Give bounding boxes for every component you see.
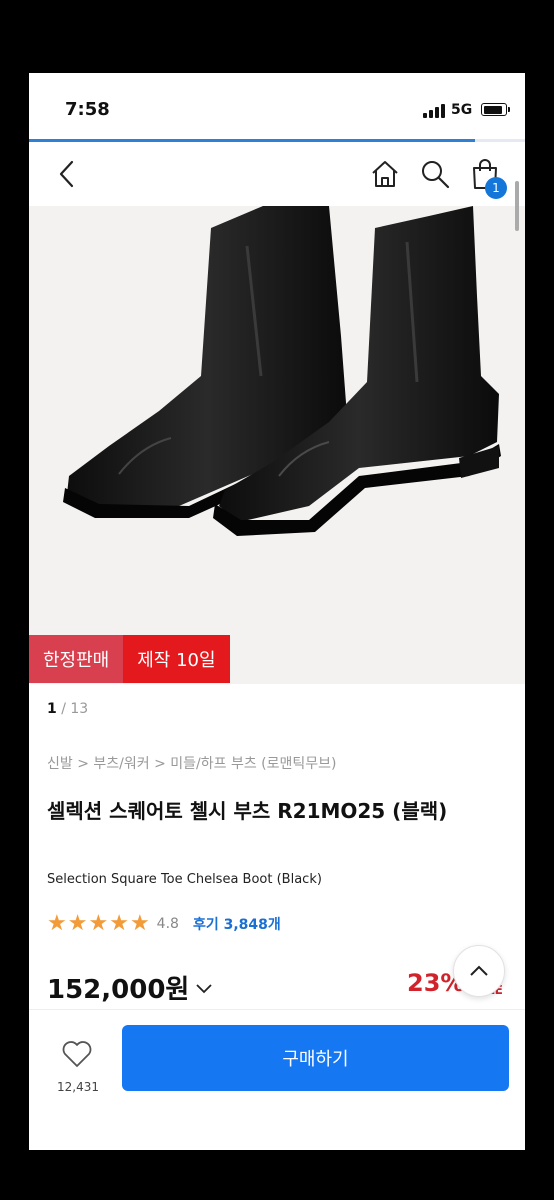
- star-icon: ★: [129, 911, 150, 936]
- image-counter: 1 / 13: [47, 701, 88, 717]
- star-icon: ★: [47, 911, 67, 936]
- battery-icon: [481, 103, 510, 116]
- product-title: 셀렉션 스퀘어토 첼시 부츠 R21MO25 (블랙): [47, 799, 448, 823]
- breadcrumb[interactable]: 신발 > 부츠/워커 > 미들/하프 부츠 (로맨틱무브): [47, 753, 336, 773]
- star-icon: ★: [67, 911, 88, 936]
- back-arrow-icon: [59, 160, 74, 188]
- home-icon: [372, 161, 398, 187]
- phone-screen: 7:58 5G 1 한정판매 제작 10일 1 / 13 신발 > 부츠/워커 …: [29, 73, 525, 1150]
- search-icon: [422, 161, 450, 189]
- signal-icon: [423, 104, 445, 118]
- home-button[interactable]: [365, 152, 405, 196]
- image-index: 1: [47, 701, 57, 717]
- top-nav: [29, 142, 525, 206]
- rating-score: 4.8: [156, 916, 179, 932]
- search-button[interactable]: [415, 152, 455, 196]
- network-label: 5G: [451, 102, 473, 118]
- chevron-down-icon: [195, 982, 213, 994]
- reviews-link[interactable]: 후기 3,848개: [193, 914, 281, 934]
- like-button[interactable]: [51, 1034, 103, 1074]
- scroll-top-button[interactable]: [453, 945, 505, 997]
- image-total: / 13: [61, 701, 89, 717]
- like-count: 12,431: [57, 1080, 99, 1094]
- product-image[interactable]: [29, 206, 525, 684]
- chevron-up-icon: [470, 965, 488, 976]
- rating-stars: ★ ★ ★ ★ ★: [47, 913, 151, 935]
- star-icon: ★: [109, 911, 129, 936]
- heart-icon: [62, 1041, 92, 1067]
- buy-button[interactable]: 구매하기: [122, 1025, 509, 1091]
- price-dropdown[interactable]: 152,000원: [47, 969, 213, 1006]
- cart-count-badge: 1: [485, 177, 507, 199]
- status-time: 7:58: [65, 99, 110, 120]
- price-value: 152,000원: [47, 975, 190, 1005]
- limited-sale-badge: 한정판매: [29, 635, 124, 683]
- back-button[interactable]: [47, 152, 87, 196]
- star-icon: ★: [88, 911, 109, 936]
- boots-image: [29, 206, 525, 684]
- scroll-indicator: [515, 181, 519, 231]
- purchase-bar: 12,431 구매하기: [29, 1009, 525, 1150]
- status-bar: 7:58 5G: [29, 73, 525, 139]
- rating-row: ★ ★ ★ ★ ★ 4.8 후기 3,848개: [47, 911, 281, 937]
- product-badges: 한정판매 제작 10일: [29, 635, 230, 683]
- product-subtitle: Selection Square Toe Chelsea Boot (Black…: [47, 872, 322, 887]
- production-days-badge: 제작 10일: [123, 635, 230, 683]
